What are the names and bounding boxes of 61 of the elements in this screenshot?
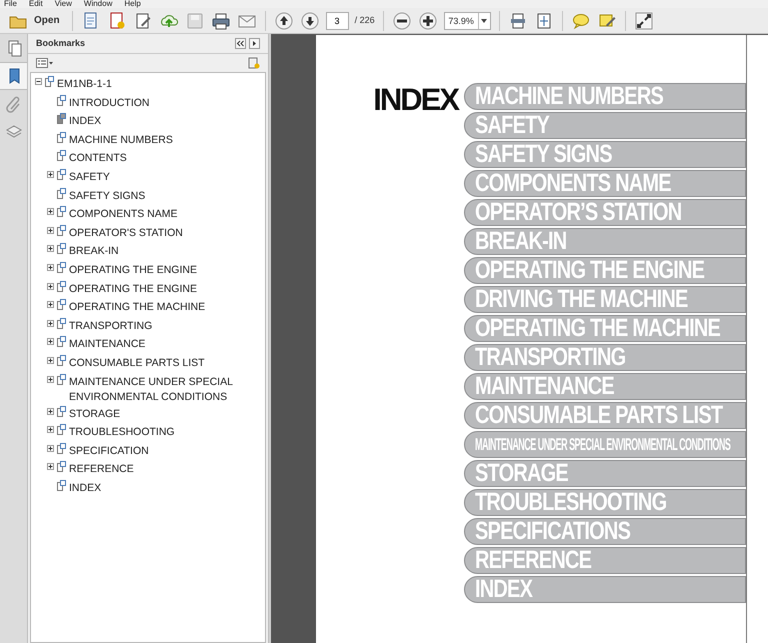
bookmark-item[interactable]: MAINTENANCE	[69, 335, 150, 352]
bookmark-item[interactable]: SAFETY	[69, 168, 114, 185]
expand-icon[interactable]	[47, 426, 54, 434]
expand-icon[interactable]	[47, 408, 54, 414]
page-number-field[interactable]: 3	[326, 12, 349, 30]
zoom-field[interactable]: 73.9%	[444, 12, 491, 30]
expand-icon[interactable]	[47, 208, 54, 216]
bookmark-icon[interactable]	[0, 62, 27, 90]
expand-icon[interactable]	[47, 170, 54, 178]
full-screen-icon[interactable]	[634, 10, 654, 30]
bookmark-item[interactable]: TROUBLESHOOTING	[69, 423, 179, 440]
bookmark-item[interactable]: INTRODUCTION	[69, 94, 154, 111]
collapse-icon[interactable]	[35, 78, 42, 85]
expand-icon[interactable]	[47, 301, 54, 308]
bookmark-item[interactable]: EM1NB-1-1	[57, 75, 116, 92]
next-page-icon[interactable]	[300, 10, 320, 30]
bookmark-item[interactable]: INDEX	[69, 112, 106, 130]
panel-title: Bookmarks	[36, 36, 86, 50]
bookmark-item[interactable]: COMPONENTS NAME	[69, 205, 182, 222]
expand-panel-icon[interactable]	[249, 38, 260, 49]
bookmark-tag-icon[interactable]	[248, 57, 260, 69]
bookmark-item[interactable]: OPERATING THE MACHINE	[69, 298, 210, 316]
zoom-out-icon[interactable]	[392, 10, 412, 30]
bookmark-item[interactable]: MACHINE NUMBERS	[69, 130, 177, 148]
menu-item[interactable]: Help	[124, 0, 141, 8]
expand-icon[interactable]	[47, 356, 54, 364]
expand-icon[interactable]	[47, 226, 54, 234]
expand-icon[interactable]	[47, 282, 54, 290]
bookmark-item[interactable]: INDEX	[69, 478, 106, 496]
expand-icon[interactable]	[47, 338, 54, 346]
bookmark-item[interactable]: CONSUMABLE PARTS LIST	[69, 354, 209, 371]
caret-icon[interactable]	[481, 18, 488, 22]
expand-icon[interactable]	[47, 320, 54, 327]
bookmark-item[interactable]: CONTENTS	[69, 149, 131, 166]
bookmark-item[interactable]: REFERENCE	[69, 460, 138, 478]
bookmark-item[interactable]: STORAGE	[69, 404, 124, 422]
menu-item[interactable]: Window	[84, 0, 112, 8]
zoom-in-icon[interactable]	[418, 10, 438, 30]
page-count: / 226	[354, 14, 375, 27]
bookmark-item[interactable]: BREAK-IN	[69, 242, 123, 260]
expand-icon[interactable]	[47, 264, 54, 271]
menu-item[interactable]: Edit	[28, 0, 43, 8]
print-icon[interactable]	[210, 10, 231, 30]
bookmark-item[interactable]: TRANSPORTING	[69, 316, 156, 334]
expand-icon[interactable]	[47, 245, 54, 252]
bookmark-item[interactable]: MAINTENANCE UNDER SPECIAL ENVIRONMENTAL CONDITIONS	[69, 372, 265, 404]
menu-item[interactable]: File	[4, 0, 17, 8]
options-icon[interactable]	[36, 58, 54, 68]
menu-item[interactable]: View	[54, 0, 72, 8]
collapse-panel-icon[interactable]	[235, 38, 246, 49]
page-heading: INDEX	[372, 83, 460, 119]
bookmark-item[interactable]: SAFETY SIGNS	[69, 186, 150, 204]
expand-icon[interactable]	[47, 376, 54, 382]
bookmark-item[interactable]: OPERATING THE ENGINE	[69, 260, 201, 278]
bookmark-item[interactable]: OPERATING THE ENGINE	[69, 280, 201, 297]
previous-page-icon[interactable]	[274, 10, 294, 30]
open-button[interactable]: Open	[4, 10, 64, 32]
expand-icon[interactable]	[47, 444, 54, 452]
bookmark-item[interactable]: OPERATOR'S STATION	[69, 224, 187, 241]
bookmark-item[interactable]: SPECIFICATION	[69, 442, 153, 459]
expand-icon[interactable]	[47, 463, 54, 470]
